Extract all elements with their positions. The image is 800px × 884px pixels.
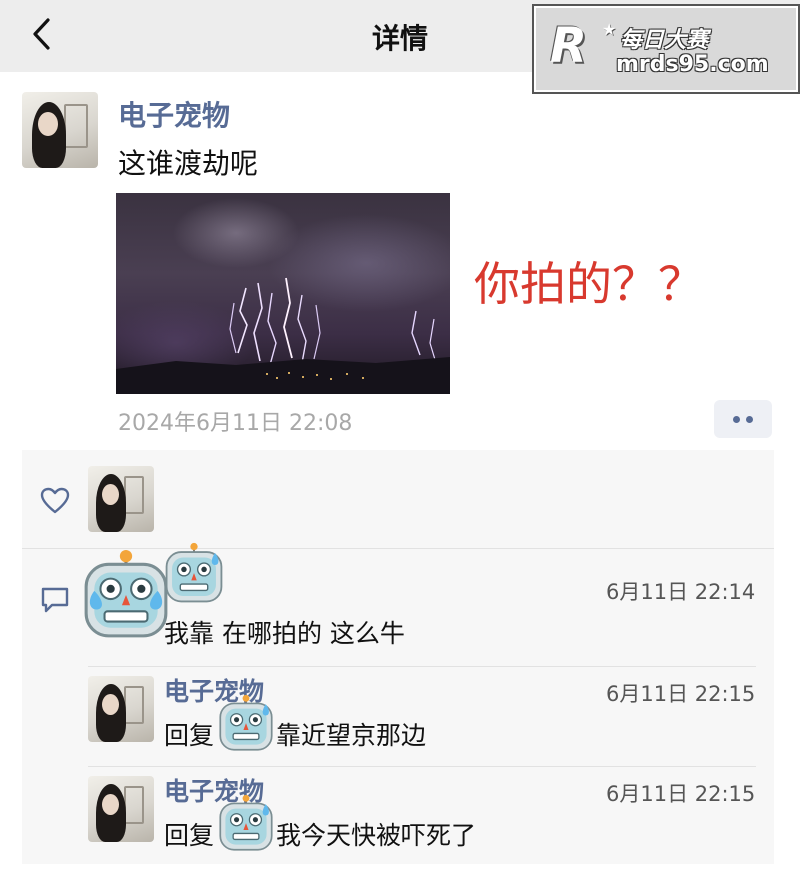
red-annotation-text: 你拍的？？ <box>474 257 704 311</box>
robot-emoji-icon <box>165 542 223 603</box>
post-text: 这谁渡劫呢 <box>118 147 259 180</box>
robot-emoji-icon <box>219 694 273 751</box>
post-author-name[interactable]: 电子宠物 <box>118 94 230 134</box>
likes-comments-panel: 6月11日 22:14 我靠 在哪拍的 这么牛 电子宠物 6月11日 22:15… <box>22 450 774 864</box>
watermark-brand: 每日大赛 <box>620 28 709 53</box>
watermark-url: mrds95.com <box>616 52 769 77</box>
comment-text[interactable]: 我今天快被吓死了 <box>276 816 476 852</box>
post-timestamp: 2024年6月11日 22:08 <box>118 411 353 436</box>
watermark-logo: R ★ 每日大赛 mrds95.com <box>532 4 800 94</box>
post-author-avatar[interactable] <box>22 92 98 168</box>
commenter-avatar[interactable] <box>88 676 154 742</box>
reply-prefix: 回复 <box>164 721 215 750</box>
post-photo-lightning-storm[interactable] <box>116 193 450 394</box>
robot-avatar-icon[interactable] <box>80 550 172 642</box>
divider <box>88 766 756 767</box>
comment-bubble-icon <box>41 587 69 613</box>
comment-time: 6月11日 22:15 <box>606 682 756 706</box>
watermark-r-logo: R <box>550 18 587 74</box>
lightning-graphic <box>116 277 450 394</box>
star-icon: ★ <box>602 20 617 39</box>
robot-emoji-icon <box>219 794 273 851</box>
comment-time: 6月11日 22:15 <box>606 782 756 806</box>
comment-text[interactable]: 靠近望京那边 <box>276 716 426 752</box>
reply-prefix: 回复 <box>164 821 215 850</box>
divider <box>88 666 756 667</box>
commenter-avatar[interactable] <box>88 776 154 842</box>
more-options-button[interactable] <box>714 400 772 438</box>
more-dots-icon <box>733 416 740 423</box>
more-dots-icon <box>746 416 753 423</box>
comment-time: 6月11日 22:14 <box>606 580 756 604</box>
liker-avatar[interactable] <box>88 466 154 532</box>
heart-outline-icon <box>40 487 70 514</box>
comment-text[interactable]: 我靠 在哪拍的 这么牛 <box>164 614 405 650</box>
divider <box>22 548 774 549</box>
